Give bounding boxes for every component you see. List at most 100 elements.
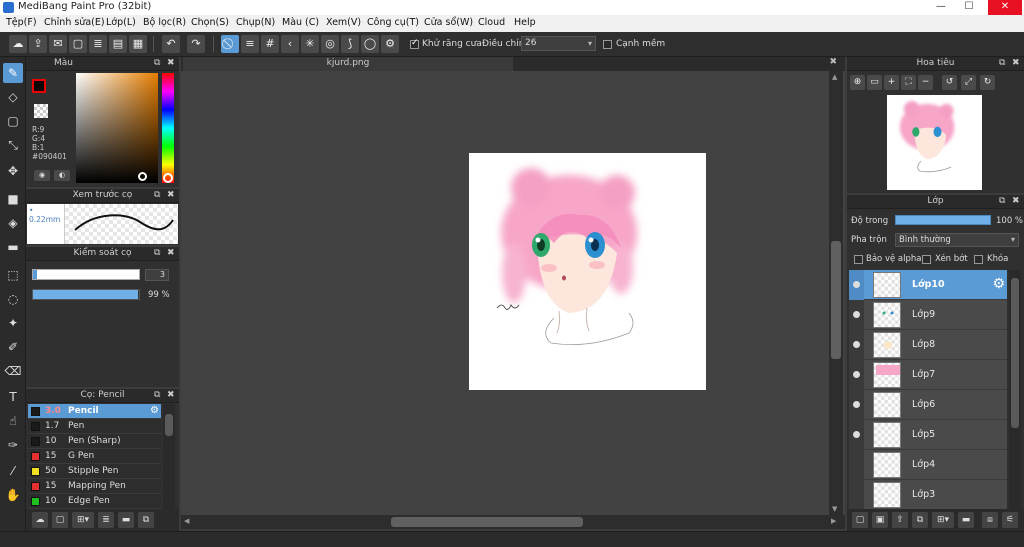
menu-select[interactable]: Chọn(S) xyxy=(191,17,229,28)
snap-settings-icon[interactable]: ⚙ xyxy=(381,35,399,53)
new-halftone-layer-icon[interactable]: ▣ xyxy=(872,512,888,528)
layer-visibility-toggle[interactable] xyxy=(849,450,864,480)
protect-alpha-checkbox[interactable] xyxy=(854,255,863,264)
palette-button[interactable]: ◉ xyxy=(34,170,50,181)
brush-item[interactable]: 10 Edge Pen xyxy=(28,494,161,509)
undo-icon[interactable]: ↶ xyxy=(162,35,180,53)
color-mode-button[interactable]: ◐ xyxy=(54,170,70,181)
add-layer-menu-icon[interactable]: ⊞▾ xyxy=(932,512,954,528)
maximize-button[interactable]: ☐ xyxy=(958,0,980,15)
hue-slider[interactable] xyxy=(162,73,174,183)
brush-list-scrollbar[interactable] xyxy=(163,404,175,509)
dot-tool-icon[interactable]: ▢ xyxy=(3,111,23,131)
layer-visibility-toggle[interactable] xyxy=(849,420,864,450)
close-icon[interactable]: ✖ xyxy=(167,57,175,70)
eraser-tool-icon[interactable]: ◇ xyxy=(3,87,23,107)
brush-properties-icon[interactable]: ≣ xyxy=(98,512,114,528)
menu-file[interactable]: Tệp(F) xyxy=(6,17,37,28)
brush-item[interactable]: 10 Pen (Sharp) xyxy=(28,434,161,449)
fill-tool-icon[interactable]: ◈ xyxy=(3,213,23,233)
undock-icon[interactable]: ⧉ xyxy=(154,189,160,202)
canvas-vertical-scrollbar[interactable]: ▲ ▼ xyxy=(829,71,843,516)
menu-color[interactable]: Màu (C) xyxy=(282,17,319,28)
layer-row[interactable]: Lớp4 xyxy=(849,450,1007,480)
brush-item[interactable]: 15 Mapping Pen xyxy=(28,479,161,494)
layer-list-scroll-thumb[interactable] xyxy=(1011,278,1019,428)
undock-icon[interactable]: ⧉ xyxy=(154,247,160,260)
import-layer-icon[interactable]: ⇧ xyxy=(892,512,908,528)
navigator-thumbnail[interactable] xyxy=(887,95,982,190)
magic-wand-tool-icon[interactable]: ✦ xyxy=(3,313,23,333)
select-pen-tool-icon[interactable]: ✐ xyxy=(3,337,23,357)
snap-radial-icon[interactable]: ✳ xyxy=(301,35,319,53)
snap-off-icon[interactable]: ⃠ xyxy=(221,35,239,53)
duplicate-layer-icon[interactable]: ⧉ xyxy=(912,512,928,528)
close-button[interactable]: ✕ xyxy=(988,0,1022,15)
move-tool-icon[interactable]: ✥ xyxy=(3,161,23,181)
brush-list-scroll-thumb[interactable] xyxy=(165,414,173,436)
scroll-up-icon[interactable]: ▲ xyxy=(832,73,837,81)
new-layer-icon[interactable]: ▢ xyxy=(852,512,868,528)
select-tool-icon[interactable]: ⬚ xyxy=(3,265,23,285)
clipping-checkbox[interactable] xyxy=(922,255,931,264)
layer-row[interactable]: Lớp3 xyxy=(849,480,1007,510)
divide-tool-icon[interactable]: ✑ xyxy=(3,435,23,455)
gear-icon[interactable]: ⚙ xyxy=(992,276,1005,292)
smooth-edge-checkbox[interactable] xyxy=(603,40,612,49)
blur-tool-icon[interactable]: ⤡ xyxy=(3,135,23,155)
layer-visibility-toggle[interactable] xyxy=(849,330,864,360)
rotate-left-icon[interactable]: ↺ xyxy=(942,75,957,90)
brush-opacity-slider[interactable] xyxy=(32,289,140,300)
new-brush-icon[interactable]: ▢ xyxy=(52,512,68,528)
menu-view[interactable]: Xem(V) xyxy=(326,17,361,28)
layer-list-scrollbar[interactable] xyxy=(1009,270,1021,510)
menu-tools[interactable]: Công cụ(T) xyxy=(367,17,419,28)
layer-row[interactable]: Lớp10 ⚙ xyxy=(849,270,1007,300)
snap-circle-icon[interactable]: ◎ xyxy=(321,35,339,53)
close-icon[interactable]: ✖ xyxy=(167,389,175,402)
canvas-tab[interactable]: kjurd.png xyxy=(183,57,513,71)
snap-curve-icon[interactable]: ⟆ xyxy=(341,35,359,53)
canvas-horizontal-thumb[interactable] xyxy=(391,517,583,527)
close-icon[interactable]: ✖ xyxy=(1012,57,1020,70)
adjust-select[interactable]: 26 ▾ xyxy=(521,36,596,51)
layer-row[interactable]: Lớp7 xyxy=(849,360,1007,390)
layer-visibility-toggle[interactable] xyxy=(849,360,864,390)
shape-tool-icon[interactable]: ■ xyxy=(3,189,23,209)
minimize-button[interactable]: — xyxy=(930,0,952,15)
brush-item[interactable]: 1.7 Pen xyxy=(28,419,161,434)
undock-icon[interactable]: ⧉ xyxy=(154,389,160,402)
rotate-right-icon[interactable]: ↻ xyxy=(980,75,995,90)
snap-ellipse-icon[interactable]: ◯ xyxy=(361,35,379,53)
brush-item[interactable]: 50 Stipple Pen xyxy=(28,464,161,479)
brush-size-slider[interactable] xyxy=(32,269,140,280)
cloud-icon[interactable]: ☁ xyxy=(9,35,27,53)
zoom-out-icon[interactable]: − xyxy=(918,75,933,90)
foreground-color-swatch[interactable] xyxy=(32,79,46,93)
add-brush-icon[interactable]: ⊞▾ xyxy=(72,512,94,528)
menu-window[interactable]: Cửa sổ(W) xyxy=(424,17,473,28)
layer-visibility-toggle[interactable] xyxy=(849,270,864,300)
undock-icon[interactable]: ⧉ xyxy=(154,57,160,70)
layer-visibility-toggle[interactable] xyxy=(849,390,864,420)
transparent-color-swatch[interactable] xyxy=(34,104,48,118)
canvas-horizontal-scrollbar[interactable]: ◀ ▶ xyxy=(181,515,845,529)
layer-row[interactable]: Lớp8 xyxy=(849,330,1007,360)
menu-capture[interactable]: Chụp(N) xyxy=(236,17,275,28)
grid-layout-icon[interactable]: ▦ xyxy=(129,35,147,53)
scroll-right-icon[interactable]: ▶ xyxy=(831,517,836,525)
layer-row[interactable]: Lớp6 xyxy=(849,390,1007,420)
canvas-area[interactable]: ▲ ▼ xyxy=(181,71,845,516)
zoom-in-icon[interactable]: + xyxy=(884,75,899,90)
menu-edit[interactable]: Chỉnh sửa(E) xyxy=(44,17,105,28)
layer-row[interactable]: Lớp5 xyxy=(849,420,1007,450)
scroll-left-icon[interactable]: ◀ xyxy=(184,517,189,525)
zoom-actual-icon[interactable]: ▭ xyxy=(867,75,882,90)
comment-icon[interactable]: ✉ xyxy=(49,35,67,53)
antialias-checkbox[interactable] xyxy=(410,38,419,49)
brush-item[interactable]: 15 G Pen xyxy=(28,449,161,464)
text-tool-icon[interactable]: T xyxy=(3,387,23,407)
layer-folder-icon[interactable]: ▬ xyxy=(958,512,974,528)
layer-visibility-toggle[interactable] xyxy=(849,480,864,510)
operation-tool-icon[interactable]: ☝ xyxy=(3,411,23,431)
